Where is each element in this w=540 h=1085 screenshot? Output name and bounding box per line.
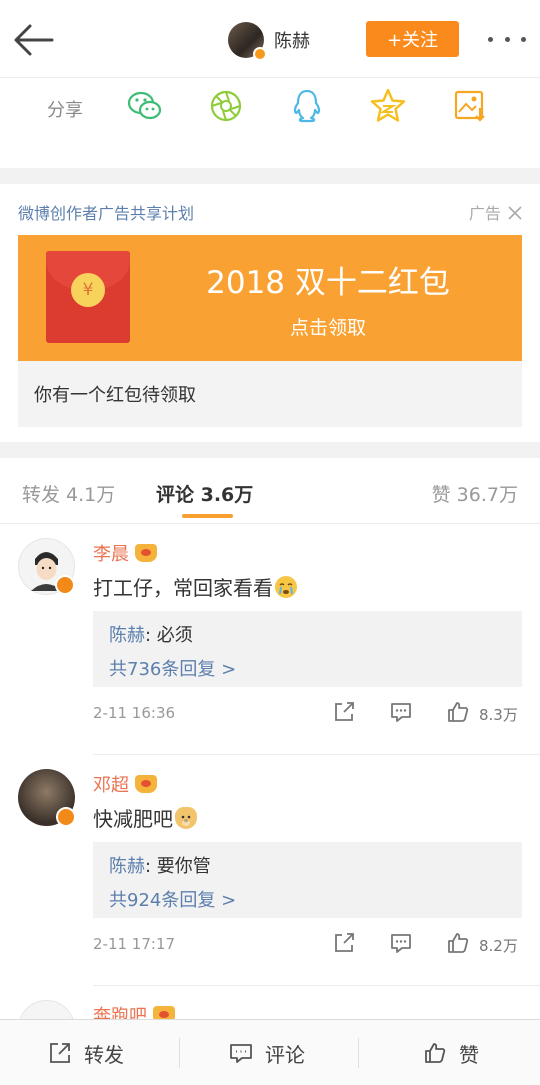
view-replies-link[interactable]: 共924条回复 >: [109, 886, 236, 912]
ad-card: 微博创作者广告共享计划 广告 ¥ 2018 双十二红包 点击领取 你有一个红包待…: [0, 184, 540, 442]
avatar[interactable]: [18, 1000, 75, 1019]
reply-line: 陈赫: 必须: [109, 621, 193, 647]
ad-tag-label: 广告: [468, 204, 501, 223]
red-packet-banner[interactable]: ¥ 2018 双十二红包 点击领取: [18, 235, 522, 361]
like-count: 8.2万: [479, 937, 518, 955]
save-image-icon[interactable]: [450, 86, 490, 126]
reply-comment-icon[interactable]: [389, 700, 413, 724]
thumbs-up-icon[interactable]: [446, 700, 470, 724]
comment-text-content: 快减肥吧: [93, 807, 173, 831]
reply-text: : 必须: [145, 625, 193, 646]
repost-icon: [50, 1043, 70, 1063]
reply-preview[interactable]: 陈赫: 要你管 共924条回复 >: [93, 842, 522, 918]
reply-comment-icon[interactable]: [389, 931, 413, 955]
thumbs-up-icon[interactable]: [446, 931, 470, 955]
reply-username[interactable]: 陈赫: [109, 856, 145, 877]
author-info[interactable]: 陈赫: [228, 20, 310, 61]
section-divider: [0, 168, 540, 184]
back-button[interactable]: [12, 20, 56, 60]
active-tab-indicator: [182, 514, 233, 518]
like-label: 赞: [459, 1042, 479, 1067]
comment-item: 奔跑吧: [0, 986, 540, 1019]
moments-icon[interactable]: [206, 86, 246, 126]
avatar[interactable]: [228, 22, 267, 61]
crown-badge-icon: [153, 1006, 175, 1019]
qzone-icon[interactable]: [368, 86, 408, 126]
view-replies-link[interactable]: 共736条回复 >: [109, 655, 236, 681]
interaction-tabs: 转发 4.1万 评论 3.6万 赞 36.7万: [0, 458, 540, 524]
avatar[interactable]: [18, 769, 76, 827]
share-comment-icon[interactable]: [332, 931, 356, 955]
ad-description-box[interactable]: 你有一个红包待领取: [18, 361, 522, 427]
avatar[interactable]: [18, 538, 75, 595]
like-button[interactable]: 赞: [423, 1020, 479, 1085]
doge-emoji-icon: [175, 806, 197, 829]
commenter-name[interactable]: 邓超: [93, 771, 157, 797]
commenter-name-text: 奔跑吧: [93, 1006, 147, 1019]
tab-comment[interactable]: 评论 3.6万: [156, 480, 253, 507]
tab-repost[interactable]: 转发 4.1万: [22, 480, 115, 507]
comment-icon: [230, 1044, 252, 1063]
comment-text: 快减肥吧: [93, 803, 197, 832]
verified-badge-icon: [56, 807, 76, 827]
reply-text: : 要你管: [145, 856, 211, 877]
reply-username[interactable]: 陈赫: [109, 625, 145, 646]
comment-timestamp: 2-11 16:36: [93, 704, 176, 722]
comment-button[interactable]: 评论: [229, 1020, 305, 1085]
section-divider: [0, 442, 540, 458]
thumbs-up-icon: [425, 1043, 446, 1063]
red-envelope-icon: ¥: [46, 251, 130, 343]
commenter-name[interactable]: 奔跑吧: [93, 1002, 175, 1019]
ad-tag[interactable]: 广告: [469, 200, 522, 224]
crown-badge-icon: [135, 544, 157, 562]
qq-icon[interactable]: [287, 86, 327, 126]
crying-emoji-icon: [275, 575, 297, 598]
close-icon[interactable]: [508, 206, 522, 220]
wechat-icon[interactable]: [125, 86, 165, 126]
tab-like[interactable]: 赞 36.7万: [432, 480, 518, 507]
author-name[interactable]: 陈赫: [274, 27, 310, 53]
separator: [179, 1038, 180, 1068]
more-icon[interactable]: [488, 25, 526, 53]
reply-preview[interactable]: 陈赫: 必须 共736条回复 >: [93, 611, 522, 687]
verified-badge-icon: [55, 575, 75, 595]
verified-badge-icon: [253, 47, 267, 61]
banner-cta: 点击领取: [289, 317, 366, 339]
comment-item: 李晨 打工仔，常回家看看 陈赫: 必须 共736条回复 > 2-11 16:36…: [0, 524, 540, 755]
repost-button[interactable]: 转发: [48, 1020, 124, 1085]
like-count: 8.3万: [479, 706, 518, 724]
bottom-action-bar: 转发 评论 赞: [0, 1019, 540, 1085]
arrow-left-icon: [14, 24, 54, 56]
comment-text-content: 打工仔，常回家看看: [93, 576, 273, 600]
commenter-name-text: 邓超: [93, 775, 129, 796]
share-label: 分享: [47, 100, 83, 121]
separator: [358, 1038, 359, 1068]
share-row: 分享: [0, 78, 540, 168]
comment-label: 评论: [265, 1042, 305, 1067]
follow-button[interactable]: +关注: [366, 21, 459, 57]
crown-badge-icon: [135, 775, 157, 793]
commenter-name[interactable]: 李晨: [93, 540, 157, 566]
commenter-name-text: 李晨: [93, 544, 129, 565]
share-comment-icon[interactable]: [332, 700, 356, 724]
ad-description: 你有一个红包待领取: [34, 385, 196, 406]
repost-label: 转发: [84, 1042, 124, 1067]
top-nav-bar: 陈赫 +关注: [0, 0, 540, 78]
comment-text: 打工仔，常回家看看: [93, 572, 297, 601]
comment-item: 邓超 快减肥吧 陈赫: 要你管 共924条回复 > 2-11 17:17 8.2…: [0, 755, 540, 986]
comment-timestamp: 2-11 17:17: [93, 935, 176, 953]
banner-headline: 2018 双十二红包: [206, 265, 450, 301]
reply-line: 陈赫: 要你管: [109, 852, 211, 878]
coin-icon: ¥: [71, 273, 105, 307]
ad-title[interactable]: 微博创作者广告共享计划: [18, 200, 194, 224]
